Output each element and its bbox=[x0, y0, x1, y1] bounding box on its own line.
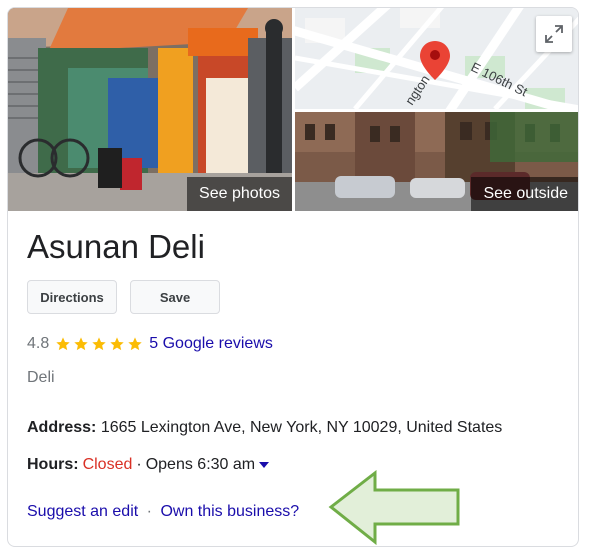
business-category: Deli bbox=[27, 369, 55, 386]
rating-value: 4.8 bbox=[27, 335, 50, 352]
star-icon bbox=[56, 337, 70, 351]
caret-down-icon[interactable] bbox=[259, 462, 270, 468]
street-view-tile[interactable]: See outside bbox=[295, 112, 578, 211]
rating-row: 4.8 5 Google reviews bbox=[27, 335, 273, 353]
save-button[interactable]: Save bbox=[130, 280, 220, 314]
star-icon bbox=[92, 337, 106, 351]
hours-separator: · bbox=[136, 456, 142, 473]
address-key: Address: bbox=[27, 419, 97, 436]
suggest-edit-link[interactable]: Suggest an edit bbox=[27, 503, 138, 520]
photo-strip: See photos E 106th St ngton A See outsid… bbox=[8, 8, 578, 211]
business-links: Suggest an edit · Own this business? bbox=[27, 503, 299, 521]
hours-key: Hours: bbox=[27, 456, 79, 473]
map-thumbnail[interactable]: E 106th St ngton A bbox=[295, 8, 578, 109]
address-row: Address: 1665 Lexington Ave, New York, N… bbox=[27, 419, 502, 437]
own-business-link[interactable]: Own this business? bbox=[160, 503, 299, 520]
see-outside-label[interactable]: See outside bbox=[471, 177, 578, 211]
address-value: 1665 Lexington Ave, New York, NY 10029, … bbox=[100, 419, 503, 436]
rating-stars bbox=[54, 336, 144, 352]
business-name: Asunan Deli bbox=[27, 228, 205, 265]
star-icon bbox=[128, 337, 142, 351]
hours-status: Closed bbox=[82, 456, 133, 473]
directions-button[interactable]: Directions bbox=[27, 280, 117, 314]
star-icon bbox=[74, 337, 88, 351]
business-card: See photos E 106th St ngton A See outsid… bbox=[7, 7, 579, 547]
star-icon bbox=[110, 337, 124, 351]
see-photos-label[interactable]: See photos bbox=[187, 177, 292, 211]
action-buttons: Directions Save bbox=[27, 280, 220, 314]
links-separator: · bbox=[146, 503, 152, 520]
hours-row: Hours: Closed · Opens 6:30 am bbox=[27, 456, 270, 474]
expand-map-button[interactable] bbox=[536, 16, 572, 52]
storefront-photo-tile[interactable]: See photos bbox=[8, 8, 292, 211]
annotation-arrow-icon bbox=[328, 470, 460, 545]
google-reviews-link[interactable]: 5 Google reviews bbox=[149, 335, 273, 353]
expand-icon bbox=[545, 25, 563, 43]
hours-next[interactable]: Opens 6:30 am bbox=[146, 456, 255, 474]
